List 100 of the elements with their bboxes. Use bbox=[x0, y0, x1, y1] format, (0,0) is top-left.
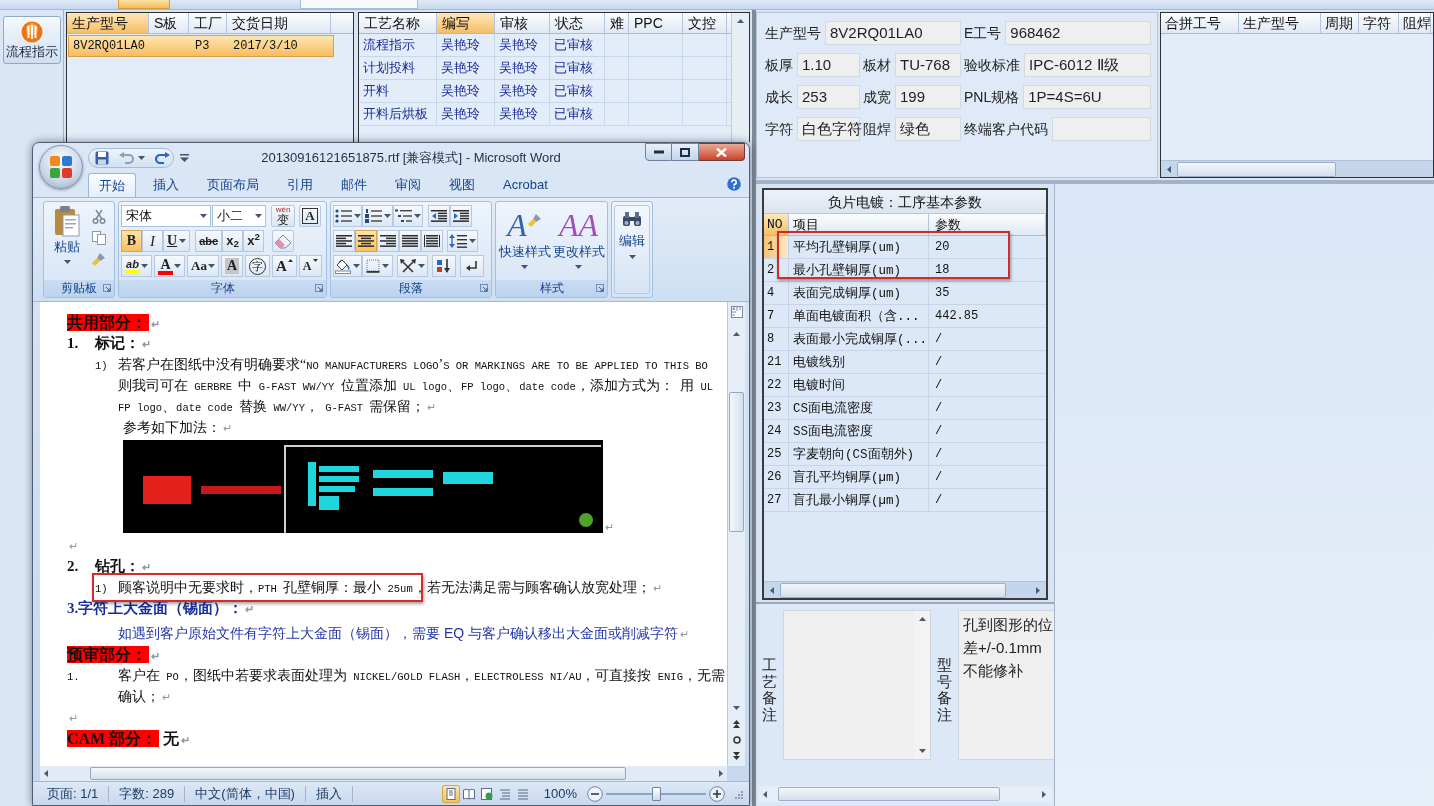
text-layout-button[interactable] bbox=[397, 255, 428, 277]
scroll-down-icon[interactable] bbox=[733, 706, 740, 710]
numbering-button[interactable] bbox=[362, 205, 393, 227]
borders-button[interactable] bbox=[362, 255, 393, 277]
underline-button[interactable]: U bbox=[163, 230, 191, 252]
previous-page-icon[interactable] bbox=[733, 720, 740, 728]
scrollbar[interactable] bbox=[764, 581, 1046, 598]
align-left-button[interactable] bbox=[333, 230, 355, 252]
value-field[interactable]: 白色字符 bbox=[797, 117, 860, 141]
zoom-in-icon[interactable] bbox=[709, 785, 725, 802]
scroll-left-icon[interactable] bbox=[763, 790, 767, 798]
zoom-slider[interactable] bbox=[606, 786, 706, 801]
scroll-up-icon[interactable] bbox=[733, 332, 740, 336]
sort-button[interactable] bbox=[432, 255, 456, 277]
resize-grip-icon[interactable] bbox=[733, 788, 743, 799]
bold-button[interactable]: B bbox=[121, 230, 142, 252]
line-spacing-button[interactable] bbox=[447, 230, 478, 252]
scrollbar[interactable] bbox=[727, 302, 745, 766]
scrollbar-thumb[interactable] bbox=[90, 767, 626, 780]
shading-button[interactable] bbox=[333, 255, 362, 277]
font-color-button[interactable]: A bbox=[154, 255, 185, 277]
grow-font-button[interactable]: A bbox=[272, 255, 297, 277]
table-row[interactable]: 4 表面完成铜厚(um) 35 bbox=[764, 282, 1046, 305]
ribbon-tab[interactable]: 开始 bbox=[88, 173, 136, 197]
align-center-button[interactable] bbox=[355, 230, 377, 252]
distribute-button[interactable] bbox=[421, 230, 443, 252]
change-styles-button[interactable]: AA 更改样式 bbox=[552, 204, 605, 280]
redo-icon[interactable] bbox=[155, 152, 170, 164]
scrollbar-thumb[interactable] bbox=[1177, 161, 1336, 177]
scroll-left-icon[interactable] bbox=[44, 770, 48, 777]
align-right-button[interactable] bbox=[377, 230, 399, 252]
font-name-field[interactable]: 宋体 bbox=[121, 205, 211, 227]
ribbon-tab[interactable]: 视图 bbox=[438, 173, 486, 197]
highlight-button[interactable]: ab bbox=[121, 255, 152, 277]
editing-button[interactable]: 编辑 bbox=[614, 205, 650, 294]
notes-field[interactable] bbox=[783, 610, 931, 760]
help-icon[interactable] bbox=[727, 177, 741, 191]
table-row[interactable]: 21 电镀线别 / bbox=[764, 351, 1046, 374]
minimize-button[interactable] bbox=[645, 143, 672, 161]
column-header[interactable]: 生产型号 bbox=[67, 13, 149, 33]
dialog-launcher-icon[interactable] bbox=[103, 284, 111, 292]
column-header[interactable]: 字符 bbox=[1359, 13, 1399, 33]
table-row[interactable]: 25 字麦朝向(CS面朝外) / bbox=[764, 443, 1046, 466]
scrollbar[interactable] bbox=[914, 611, 930, 759]
phonetic-guide-button[interactable]: wén 变 bbox=[271, 205, 295, 227]
close-button[interactable] bbox=[699, 143, 745, 161]
shrink-font-button[interactable]: A bbox=[298, 255, 322, 277]
strikethrough-button[interactable]: abc bbox=[195, 230, 223, 252]
input-field[interactable] bbox=[300, 0, 418, 9]
scroll-right-icon[interactable] bbox=[1036, 586, 1040, 594]
scroll-up-icon[interactable] bbox=[737, 19, 744, 23]
column-header[interactable]: 合拼工号 bbox=[1161, 13, 1239, 33]
print-layout-button[interactable] bbox=[441, 784, 460, 803]
scissors-icon[interactable] bbox=[91, 209, 106, 224]
pages-icon[interactable] bbox=[91, 231, 106, 245]
ribbon-tab[interactable]: 插入 bbox=[142, 173, 190, 197]
table-row[interactable]: 27 盲孔最小铜厚(μm) / bbox=[764, 489, 1046, 512]
value-field[interactable]: 199 bbox=[895, 85, 961, 109]
office-button[interactable] bbox=[39, 145, 83, 189]
scrollbar-thumb[interactable] bbox=[778, 787, 1000, 801]
scrollbar[interactable] bbox=[40, 766, 727, 781]
table-row[interactable]: 23 CS面电流密度 / bbox=[764, 397, 1046, 420]
scrollbar[interactable] bbox=[758, 786, 1052, 802]
ribbon-tab[interactable]: Acrobat bbox=[492, 173, 559, 197]
show-marks-button[interactable] bbox=[460, 255, 484, 277]
quick-styles-button[interactable]: A 快速样式 bbox=[498, 204, 551, 280]
font-size-field[interactable]: 小二 bbox=[212, 205, 266, 227]
scroll-right-icon[interactable] bbox=[719, 770, 723, 777]
column-header[interactable]: 生产型号 bbox=[1239, 13, 1321, 33]
caret-icon[interactable] bbox=[138, 156, 145, 160]
sidebar-button[interactable]: 流程指示 bbox=[2, 16, 61, 64]
dialog-launcher-icon[interactable] bbox=[480, 284, 488, 292]
next-page-icon[interactable] bbox=[733, 752, 740, 760]
scrollbar[interactable] bbox=[1161, 160, 1433, 177]
scroll-left-icon[interactable] bbox=[1167, 165, 1171, 173]
scroll-down-icon[interactable] bbox=[918, 749, 926, 753]
scrollbar-thumb[interactable] bbox=[729, 392, 744, 532]
value-field[interactable]: TU-768 bbox=[895, 53, 961, 77]
shading-button[interactable]: A bbox=[220, 255, 243, 277]
ribbon-tab[interactable]: 审阅 bbox=[384, 173, 432, 197]
value-field[interactable]: 8V2RQ01LA0 bbox=[825, 21, 961, 45]
column-header[interactable]: 编写 bbox=[437, 13, 495, 33]
scroll-left-icon[interactable] bbox=[770, 586, 774, 594]
change-case-button[interactable]: Aa bbox=[187, 255, 219, 277]
dialog-launcher-icon[interactable] bbox=[596, 284, 604, 292]
value-field[interactable]: 253 bbox=[797, 85, 860, 109]
table-row[interactable]: 26 盲孔平均铜厚(μm) / bbox=[764, 466, 1046, 489]
table-row[interactable]: 22 电镀时间 / bbox=[764, 374, 1046, 397]
scrollbar[interactable] bbox=[731, 13, 749, 142]
value-field[interactable] bbox=[1052, 117, 1151, 141]
justify-button[interactable] bbox=[399, 230, 421, 252]
notes-field[interactable]: 孔到图形的位 差+/-0.1mm 不能修补 bbox=[958, 610, 1054, 760]
ribbon-tab[interactable]: 邮件 bbox=[330, 173, 378, 197]
ribbon-tab[interactable]: 引用 bbox=[276, 173, 324, 197]
scrollbar-thumb[interactable] bbox=[780, 582, 1006, 598]
customize-icon[interactable] bbox=[180, 154, 189, 162]
table-row[interactable]: 8V2RQ01LA0 P3 2017/3/10 bbox=[68, 35, 334, 57]
column-header[interactable]: 周期 bbox=[1321, 13, 1359, 33]
scroll-up-icon[interactable] bbox=[918, 617, 926, 621]
value-field[interactable]: 968462 bbox=[1005, 21, 1151, 45]
